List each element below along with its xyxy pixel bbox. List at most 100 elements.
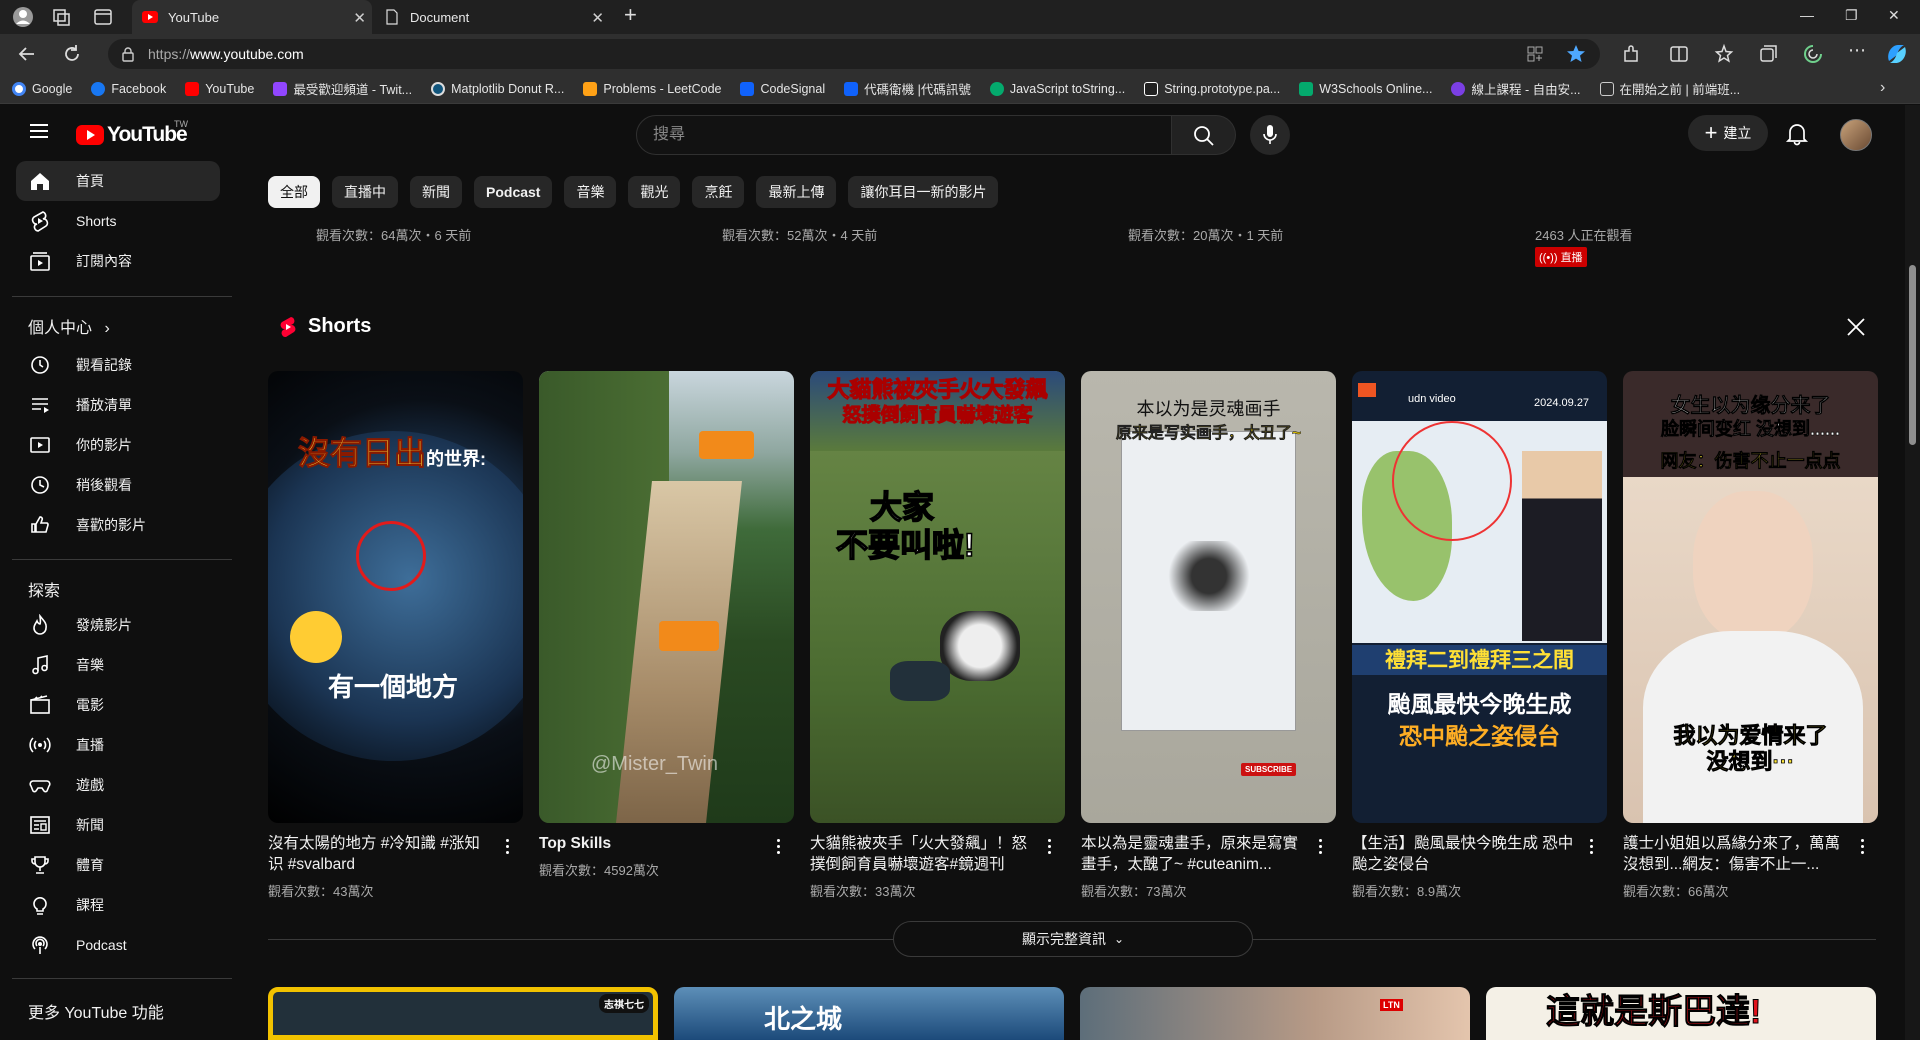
more-actions-icon[interactable] [775,839,781,857]
sidebar-item-trending[interactable]: 發燒影片 [16,605,220,645]
browser-essentials-icon[interactable] [1802,43,1824,65]
chip-travel[interactable]: 觀光 [628,176,681,208]
bookmark-google[interactable]: Google [12,81,72,96]
chip-recently-uploaded[interactable]: 最新上傳 [756,176,837,208]
voice-search-button[interactable] [1250,115,1290,155]
sidebar-section-you[interactable]: 個人中心 › [28,314,110,338]
short-thumbnail[interactable]: 沒有日出 的世界: 有一個地方 [268,371,523,823]
close-icon[interactable] [1846,317,1866,337]
short-thumbnail[interactable]: 本以为是灵魂画手 原来是写实画手，太丑了~ SUBSCRIBE [1081,371,1336,823]
bookmark-twitch[interactable]: 最受歡迎頻道 - Twit... [273,79,412,98]
short-thumbnail[interactable]: udn video 2024.09.27 禮拜二到禮拜三之間 颱風最快今晚生成 … [1352,371,1607,823]
more-actions-icon[interactable] [1859,839,1865,857]
sidebar-item-playlists[interactable]: 播放清單 [16,385,220,425]
sidebar-item-your-videos[interactable]: 你的影片 [16,425,220,465]
short-title[interactable]: 大貓熊被夾手「火大發飆」！怒撲倒飼育員嚇壞遊客#鏡週刊 [810,833,1035,875]
bookmark-codesignal-tw[interactable]: 代碼衛機 |代碼訊號 [844,79,971,98]
workspaces-icon[interactable] [50,6,72,28]
bookmark-w3schools[interactable]: W3Schools Online... [1299,81,1432,96]
tab-document[interactable]: Document ✕ [374,0,610,34]
chip-live[interactable]: 直播中 [332,176,398,208]
bookmark-codesignal[interactable]: CodeSignal [740,81,825,96]
more-actions-icon[interactable] [1588,839,1594,857]
chip-podcast[interactable]: Podcast [474,176,553,208]
short-title[interactable]: Top Skills [539,833,764,854]
youtube-logo[interactable]: YouTube TW [76,119,188,147]
split-screen-icon[interactable] [1668,43,1690,65]
notifications-bell-icon[interactable] [1784,120,1810,146]
sidebar-item-subscriptions[interactable]: 訂閱內容 [16,241,220,281]
sidebar-item-sports[interactable]: 體育 [16,845,220,885]
collections-icon[interactable] [1757,43,1779,65]
extensions-icon[interactable] [1620,43,1642,65]
refresh-icon[interactable] [61,43,83,65]
menu-icon[interactable] [30,124,48,138]
avatar[interactable] [1840,119,1872,151]
sidebar-item-movies[interactable]: 電影 [16,685,220,725]
address-bar[interactable]: https://www.youtube.com [108,39,1600,69]
bookmark-frontend[interactable]: 在開始之前 | 前端班... [1599,79,1740,98]
restore-icon[interactable]: ❐ [1845,7,1858,24]
show-more-button[interactable]: 顯示完整資訊 ⌄ [893,921,1253,957]
bookmark-mdn[interactable]: String.prototype.pa... [1144,81,1280,96]
url-text[interactable]: https://www.youtube.com [148,46,304,62]
back-icon[interactable] [16,43,38,65]
close-window-icon[interactable]: ✕ [1888,7,1900,24]
short-title[interactable]: 【生活】颱風最快今晚生成 恐中颱之姿侵台 [1352,833,1577,875]
tab-actions-icon[interactable] [92,6,114,28]
more-actions-icon[interactable] [504,839,510,857]
short-card[interactable]: @Mister_Twin Top Skills 觀看次數：4592萬次 [539,371,794,878]
chip-news[interactable]: 新聞 [410,176,462,208]
sidebar-item-news[interactable]: 新聞 [16,805,220,845]
short-card[interactable]: 女生以为缘分来了 脸瞬间变红 没想到...... 网友：伤害不止一点点 我以为爱… [1623,371,1878,899]
sidebar-item-music[interactable]: 音樂 [16,645,220,685]
bookmark-leetcode[interactable]: Problems - LeetCode [583,81,721,96]
create-button[interactable]: + 建立 [1688,115,1768,151]
lock-icon[interactable] [120,46,136,62]
chevron-right-icon[interactable]: › [1880,79,1885,97]
short-card[interactable]: udn video 2024.09.27 禮拜二到禮拜三之間 颱風最快今晚生成 … [1352,371,1607,899]
favorites-icon[interactable] [1713,43,1735,65]
bookmark-youtube[interactable]: YouTube [185,81,254,96]
sidebar-item-watch-later[interactable]: 稍後觀看 [16,465,220,505]
search-box[interactable] [636,115,1172,155]
short-card[interactable]: 沒有日出 的世界: 有一個地方 沒有太陽的地方 #冷知識 #涨知识 #svalb… [268,371,523,899]
short-thumbnail[interactable]: 女生以为缘分来了 脸瞬间变红 没想到...... 网友：伤害不止一点点 我以为爱… [1623,371,1878,823]
chip-new-to-you[interactable]: 讓你耳目一新的影片 [848,176,999,208]
search-button[interactable] [1172,115,1236,155]
video-thumbnail[interactable]: 志祺七七 [268,987,658,1040]
bookmark-matplotlib[interactable]: Matplotlib Donut R... [431,81,564,96]
chip-music[interactable]: 音樂 [564,176,617,208]
sidebar-item-shorts[interactable]: Shorts [16,201,220,241]
scrollbar-thumb[interactable] [1909,265,1916,445]
short-card[interactable]: 本以为是灵魂画手 原来是写实画手，太丑了~ SUBSCRIBE 本以為是靈魂畫手… [1081,371,1336,899]
bookmark-course[interactable]: 線上課程 - 自由安... [1451,79,1581,98]
chip-all[interactable]: 全部 [268,176,320,208]
sidebar-item-liked-videos[interactable]: 喜歡的影片 [16,505,220,545]
minimize-icon[interactable]: — [1800,7,1814,23]
bookmark-facebook[interactable]: Facebook [91,81,166,96]
sidebar-item-home[interactable]: 首頁 [16,161,220,201]
more-actions-icon[interactable] [1046,839,1052,857]
sidebar-item-courses[interactable]: 課程 [16,885,220,925]
apps-icon[interactable] [1526,45,1544,63]
sidebar-item-gaming[interactable]: 遊戲 [16,765,220,805]
close-tab-icon[interactable]: ✕ [591,9,604,27]
tab-youtube[interactable]: YouTube ✕ [132,0,372,34]
favorite-star-icon[interactable] [1566,44,1586,64]
short-thumbnail[interactable]: 大貓熊被夾手火大發飆 怒撲倒飼育員嚇壞遊客 大家 不要叫啦! [810,371,1065,823]
more-actions-icon[interactable] [1317,839,1323,857]
short-card[interactable]: 大貓熊被夾手火大發飆 怒撲倒飼育員嚇壞遊客 大家 不要叫啦! 大貓熊被夾手「火大… [810,371,1065,899]
video-thumbnail[interactable]: LTN [1080,987,1470,1040]
chip-cooking[interactable]: 烹飪 [692,176,745,208]
profile-icon[interactable] [12,6,34,28]
search-input[interactable] [651,125,1151,145]
new-tab-button[interactable]: + [624,2,637,28]
more-options-icon[interactable]: ⋯ [1848,40,1866,61]
video-thumbnail[interactable]: 這就是斯巴達! [1486,987,1876,1040]
copilot-icon[interactable] [1884,41,1910,67]
sidebar-item-history[interactable]: 觀看記錄 [16,345,220,385]
sidebar-item-podcast[interactable]: Podcast [16,925,220,965]
scrollbar[interactable] [1905,105,1920,1040]
short-thumbnail[interactable]: @Mister_Twin [539,371,794,823]
